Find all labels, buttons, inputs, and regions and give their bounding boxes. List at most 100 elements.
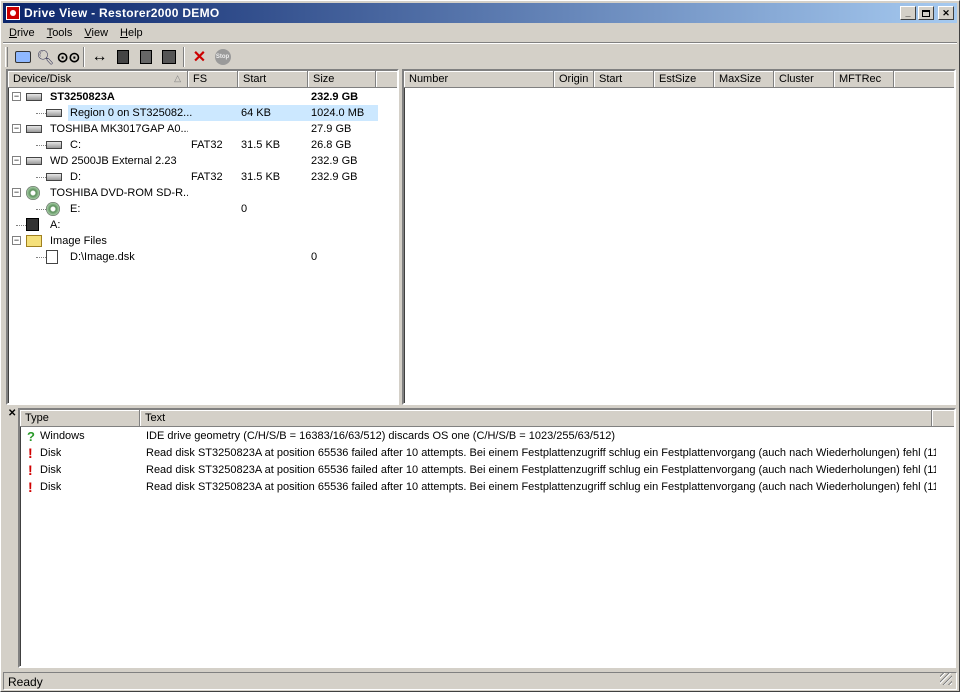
col-part-start[interactable]: Start — [594, 71, 654, 88]
partition-list-pane[interactable]: Number Origin Start EstSize MaxSize Clus… — [402, 69, 956, 405]
maximize-button[interactable] — [918, 6, 934, 20]
device-row[interactable]: − TOSHIBA DVD-ROM SD-R... — [8, 185, 397, 201]
folder-icon — [26, 235, 42, 247]
app-icon[interactable] — [6, 6, 20, 20]
floppy-drive-icon — [26, 218, 39, 231]
title-bar[interactable]: Drive View - Restorer2000 DEMO _ ✕ — [3, 3, 957, 23]
menu-drive[interactable]: Drive — [3, 27, 41, 39]
log-pane[interactable]: Type Text ? Windows IDE drive geometry (C/… — [18, 408, 956, 668]
device-size: 232.9 GB — [311, 171, 358, 183]
open-image-button[interactable] — [134, 46, 157, 68]
close-button[interactable]: ✕ — [938, 6, 954, 20]
open-region-button[interactable] — [111, 46, 134, 68]
error-icon: ! — [28, 445, 33, 461]
search-button[interactable]: ⊙⊙ — [57, 46, 80, 68]
minimize-button[interactable]: _ — [900, 6, 916, 20]
device-row[interactable]: − Image Files — [8, 233, 397, 249]
delete-button[interactable]: ✕ — [188, 46, 211, 68]
col-estsize[interactable]: EstSize — [654, 71, 714, 88]
sort-up-icon: △ — [174, 73, 181, 83]
expand-collapse-icon[interactable]: − — [12, 188, 21, 197]
minimize-icon: _ — [905, 7, 911, 18]
device-size: 1024.0 MB — [311, 107, 365, 119]
log-close-icon[interactable]: ✕ — [8, 408, 16, 419]
cdrom-icon — [46, 202, 60, 216]
device-row[interactable]: A: — [8, 217, 397, 233]
col-maxsize[interactable]: MaxSize — [714, 71, 774, 88]
col-start[interactable]: Start — [238, 71, 308, 88]
main-window: Drive View - Restorer2000 DEMO _ ✕ Drive… — [0, 0, 960, 692]
col-size[interactable]: Size — [308, 71, 376, 88]
col-device-disk[interactable]: Device/Disk △ — [8, 71, 188, 88]
save-image-button[interactable] — [157, 46, 180, 68]
hard-disk-icon — [26, 125, 42, 133]
log-type: Disk — [40, 447, 62, 459]
log-type: Disk — [40, 464, 62, 476]
device-row[interactable]: D:\Image.dsk 0 — [8, 249, 397, 265]
menu-bar: Drive Tools View Help — [3, 24, 957, 42]
device-row[interactable]: − WD 2500JB External 2.23 232.9 GB — [8, 153, 397, 169]
menu-tools[interactable]: Tools — [41, 27, 79, 39]
menu-view[interactable]: View — [78, 27, 114, 39]
device-columns-header: Device/Disk △ FS Start Size — [8, 71, 397, 88]
status-text: Ready — [8, 675, 43, 689]
device-start: 64 KB — [241, 107, 271, 119]
device-size: 232.9 GB — [311, 155, 358, 167]
col-type[interactable]: Type — [20, 410, 140, 427]
search-binoculars-icon: ⊙⊙ — [56, 48, 81, 65]
hard-disk-icon — [46, 173, 62, 181]
col-cluster[interactable]: Cluster — [774, 71, 834, 88]
device-name: C: — [70, 139, 81, 151]
log-row[interactable]: ! Disk Read disk ST3250823A at position 65… — [20, 479, 954, 496]
swap-icon: ↔ — [91, 48, 108, 65]
find-button[interactable]: 🔍︎ — [34, 46, 57, 68]
close-icon: ✕ — [942, 7, 950, 18]
device-start: 31.5 KB — [241, 139, 281, 151]
toolbar-grip[interactable] — [5, 47, 8, 67]
menu-help[interactable]: Help — [114, 27, 149, 39]
log-row[interactable]: ! Disk Read disk ST3250823A at position 65… — [20, 462, 954, 479]
log-text: Read disk ST3250823A at position 65536 f… — [146, 464, 936, 476]
device-row[interactable]: D: FAT32 31.5 KB 232.9 GB — [8, 169, 397, 185]
menu-drive-rest: rive — [16, 27, 35, 39]
resize-grip-icon[interactable] — [940, 673, 952, 685]
scan-drive-button[interactable] — [11, 46, 34, 68]
device-row[interactable]: C: FAT32 31.5 KB 26.8 GB — [8, 137, 397, 153]
partition-columns-header: Number Origin Start EstSize MaxSize Clus… — [404, 71, 954, 88]
col-mftrec[interactable]: MFTRec — [834, 71, 894, 88]
swap-button[interactable]: ↔ — [88, 46, 111, 68]
device-size: 232.9 GB — [311, 91, 359, 103]
hard-disk-icon — [26, 93, 42, 101]
device-name: ST3250823A — [50, 91, 115, 103]
device-fs: FAT32 — [191, 139, 223, 151]
log-row[interactable]: ? Windows IDE drive geometry (C/H/S/B = 16… — [20, 429, 954, 445]
device-row[interactable]: − ST3250823A 232.9 GB — [8, 89, 397, 105]
col-fs[interactable]: FS — [188, 71, 238, 88]
device-name: TOSHIBA MK3017GAP A0.... — [50, 123, 188, 135]
expand-collapse-icon[interactable]: − — [12, 156, 21, 165]
maximize-icon — [922, 9, 930, 17]
col-origin[interactable]: Origin — [554, 71, 594, 88]
expand-collapse-icon[interactable]: − — [12, 92, 21, 101]
menu-separator — [3, 42, 957, 44]
log-type: Disk — [40, 481, 62, 493]
stop-icon: Stop — [214, 49, 231, 65]
status-bar: Ready — [3, 672, 957, 690]
device-tree-pane[interactable]: Device/Disk △ FS Start Size − ST3250823A 23… — [6, 69, 399, 405]
device-name: D: — [70, 171, 81, 183]
log-row[interactable]: ! Disk Read disk ST3250823A at position 65… — [20, 445, 954, 462]
device-size: 26.8 GB — [311, 139, 352, 151]
open-region-icon — [116, 50, 129, 64]
find-icon: 🔍︎ — [36, 48, 55, 65]
expand-collapse-icon[interactable]: − — [12, 124, 21, 133]
expand-collapse-icon[interactable]: − — [12, 236, 21, 245]
device-row[interactable]: Region 0 on ST325082... 64 KB 1024.0 MB — [8, 105, 397, 121]
device-name: A: — [50, 219, 61, 231]
col-text[interactable]: Text — [140, 410, 932, 427]
col-number[interactable]: Number — [404, 71, 554, 88]
stop-button[interactable]: Stop — [211, 46, 234, 68]
error-icon: ! — [28, 462, 33, 478]
log-text: Read disk ST3250823A at position 65536 f… — [146, 481, 936, 493]
device-row[interactable]: − TOSHIBA MK3017GAP A0.... 27.9 GB — [8, 121, 397, 137]
device-row[interactable]: E: 0 — [8, 201, 397, 217]
